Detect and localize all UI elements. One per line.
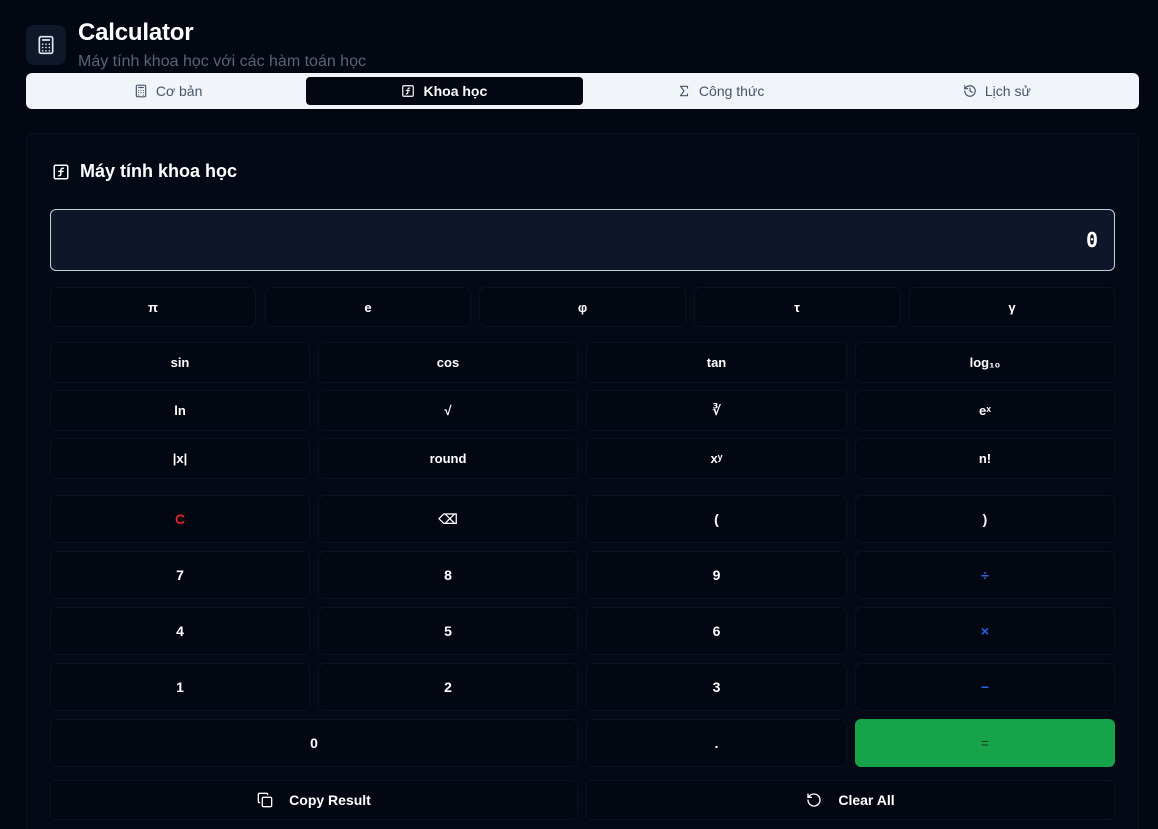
calculator-icon xyxy=(38,35,54,55)
tab-history[interactable]: Lịch sử xyxy=(859,77,1135,105)
tab-label: Lịch sử xyxy=(984,83,1031,99)
digit-7-button[interactable]: 7 xyxy=(50,551,310,599)
display-value: 0 xyxy=(1085,228,1098,252)
constant-gamma-button[interactable]: γ xyxy=(909,287,1115,327)
digit-0-button[interactable]: 0 xyxy=(50,719,578,767)
card-title: Máy tính khoa học xyxy=(52,161,237,182)
app-title: Calculator xyxy=(78,19,194,46)
clear-all-label: Clear All xyxy=(838,792,895,808)
app-logo xyxy=(26,25,66,65)
close-paren-button[interactable]: ) xyxy=(855,495,1115,543)
log10-button[interactable]: log₁₀ xyxy=(855,342,1115,383)
constant-e-button[interactable]: e xyxy=(265,287,471,327)
digit-5-button[interactable]: 5 xyxy=(318,607,578,655)
digit-9-button[interactable]: 9 xyxy=(586,551,847,599)
digit-4-button[interactable]: 4 xyxy=(50,607,310,655)
rotate-ccw-icon xyxy=(807,793,821,807)
function-icon xyxy=(402,85,415,97)
constant-phi-button[interactable]: φ xyxy=(479,287,686,327)
copy-result-button[interactable]: Copy Result xyxy=(50,780,578,820)
result-display: 0 xyxy=(50,209,1115,271)
decimal-button[interactable]: . xyxy=(586,719,847,767)
tab-basic[interactable]: Cơ bản xyxy=(30,77,306,105)
digit-6-button[interactable]: 6 xyxy=(586,607,847,655)
history-icon xyxy=(964,85,976,97)
sin-button[interactable]: sin xyxy=(50,342,310,383)
constant-pi-button[interactable]: π xyxy=(50,287,256,327)
app-subtitle: Máy tính khoa học với các hàm toán học xyxy=(78,53,366,70)
sqrt-button[interactable]: √ xyxy=(318,390,578,431)
sigma-icon xyxy=(679,85,689,97)
factorial-button[interactable]: n! xyxy=(855,438,1115,479)
digit-1-button[interactable]: 1 xyxy=(50,663,310,711)
cbrt-button[interactable]: ∛ xyxy=(586,390,847,431)
clear-button[interactable]: C xyxy=(50,495,310,543)
digit-3-button[interactable]: 3 xyxy=(586,663,847,711)
copy-result-label: Copy Result xyxy=(289,792,371,808)
tan-button[interactable]: tan xyxy=(586,342,847,383)
backspace-button[interactable]: ⌫ xyxy=(318,495,578,543)
equals-button[interactable]: = xyxy=(855,719,1115,767)
card-title-text: Máy tính khoa học xyxy=(80,161,238,181)
digit-8-button[interactable]: 8 xyxy=(318,551,578,599)
minus-button[interactable]: − xyxy=(855,663,1115,711)
tab-formulas[interactable]: Công thức xyxy=(583,77,859,105)
digit-2-button[interactable]: 2 xyxy=(318,663,578,711)
abs-button[interactable]: |x| xyxy=(50,438,310,479)
tab-bar: Cơ bản Khoa học Công thức Lịch sử xyxy=(26,73,1139,109)
round-button[interactable]: round xyxy=(318,438,578,479)
constant-tau-button[interactable]: τ xyxy=(694,287,900,327)
exp-button[interactable]: eˣ xyxy=(855,390,1115,431)
clear-all-button[interactable]: Clear All xyxy=(586,780,1115,820)
function-icon xyxy=(53,164,69,179)
divide-button[interactable]: ÷ xyxy=(855,551,1115,599)
calculator-icon xyxy=(135,84,147,98)
tab-label: Khoa học xyxy=(423,83,488,99)
power-button[interactable]: xʸ xyxy=(586,438,847,479)
ln-button[interactable]: ln xyxy=(50,390,310,431)
cos-button[interactable]: cos xyxy=(318,342,578,383)
tab-label: Cơ bản xyxy=(155,83,203,99)
tab-scientific[interactable]: Khoa học xyxy=(306,77,583,105)
tab-label: Công thức xyxy=(698,83,765,99)
multiply-button[interactable]: × xyxy=(855,607,1115,655)
open-paren-button[interactable]: ( xyxy=(586,495,847,543)
copy-icon xyxy=(257,792,273,808)
